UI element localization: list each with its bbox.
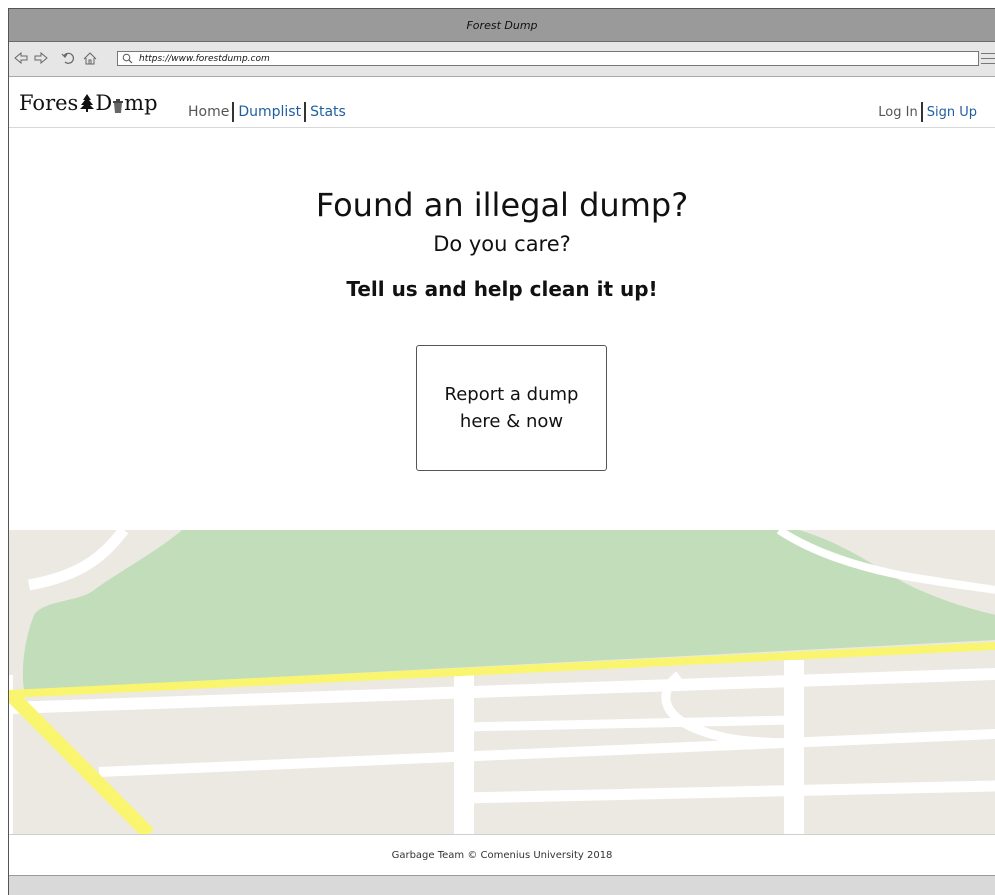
tree-icon (79, 93, 95, 113)
auth-links: Log In Sign Up (878, 102, 977, 122)
browser-status-bar (9, 875, 995, 895)
address-bar[interactable]: https://www.forestdump.com (117, 51, 979, 66)
hero-headline: Found an illegal dump? (315, 186, 689, 224)
browser-toolbar: https://www.forestdump.com (9, 42, 995, 77)
hero-section: Found an illegal dump? Do you care? Tell… (9, 128, 995, 530)
reload-icon[interactable] (60, 50, 76, 66)
trash-bin-icon (112, 95, 124, 113)
report-dump-button[interactable]: Report a dump here & now (416, 345, 607, 471)
nav-stats-link[interactable]: Stats (310, 104, 346, 120)
map-illustration (9, 530, 995, 834)
logo-text-mid: D (95, 91, 113, 115)
signup-link[interactable]: Sign Up (927, 105, 977, 120)
login-link[interactable]: Log In (878, 105, 917, 120)
logo-text-start: Fores (19, 91, 79, 115)
url-text: https://www.forestdump.com (139, 53, 270, 64)
site-footer: Garbage Team © Comenius University 2018 (9, 834, 995, 876)
footer-copyright: Garbage Team © Comenius University 2018 (391, 850, 613, 861)
site-header: Fores D mp Home Dumplist Stats Log In Si… (9, 77, 995, 128)
forward-icon[interactable] (33, 50, 49, 66)
report-dump-button-label: Report a dump here & now (444, 384, 579, 432)
home-icon[interactable] (82, 50, 98, 66)
back-icon[interactable] (13, 50, 29, 66)
main-nav: Home Dumplist Stats (188, 102, 346, 122)
hero-tagline: Tell us and help clean it up! (346, 277, 658, 301)
browser-window: Forest Dump https://www.forestdump.com F… (8, 8, 995, 895)
search-icon (118, 52, 136, 65)
map-view[interactable] (9, 530, 995, 834)
menu-icon[interactable] (981, 53, 995, 65)
auth-divider (920, 102, 923, 122)
window-titlebar: Forest Dump (9, 9, 995, 42)
hero-subheadline: Do you care? (433, 232, 571, 256)
nav-divider (304, 102, 307, 122)
logo-text-end: mp (124, 91, 158, 115)
site-logo[interactable]: Fores D mp (19, 91, 158, 115)
window-title: Forest Dump (466, 18, 538, 32)
nav-home-link[interactable]: Home (188, 104, 229, 120)
nav-dumplist-link[interactable]: Dumplist (238, 104, 301, 120)
nav-divider (232, 102, 235, 122)
